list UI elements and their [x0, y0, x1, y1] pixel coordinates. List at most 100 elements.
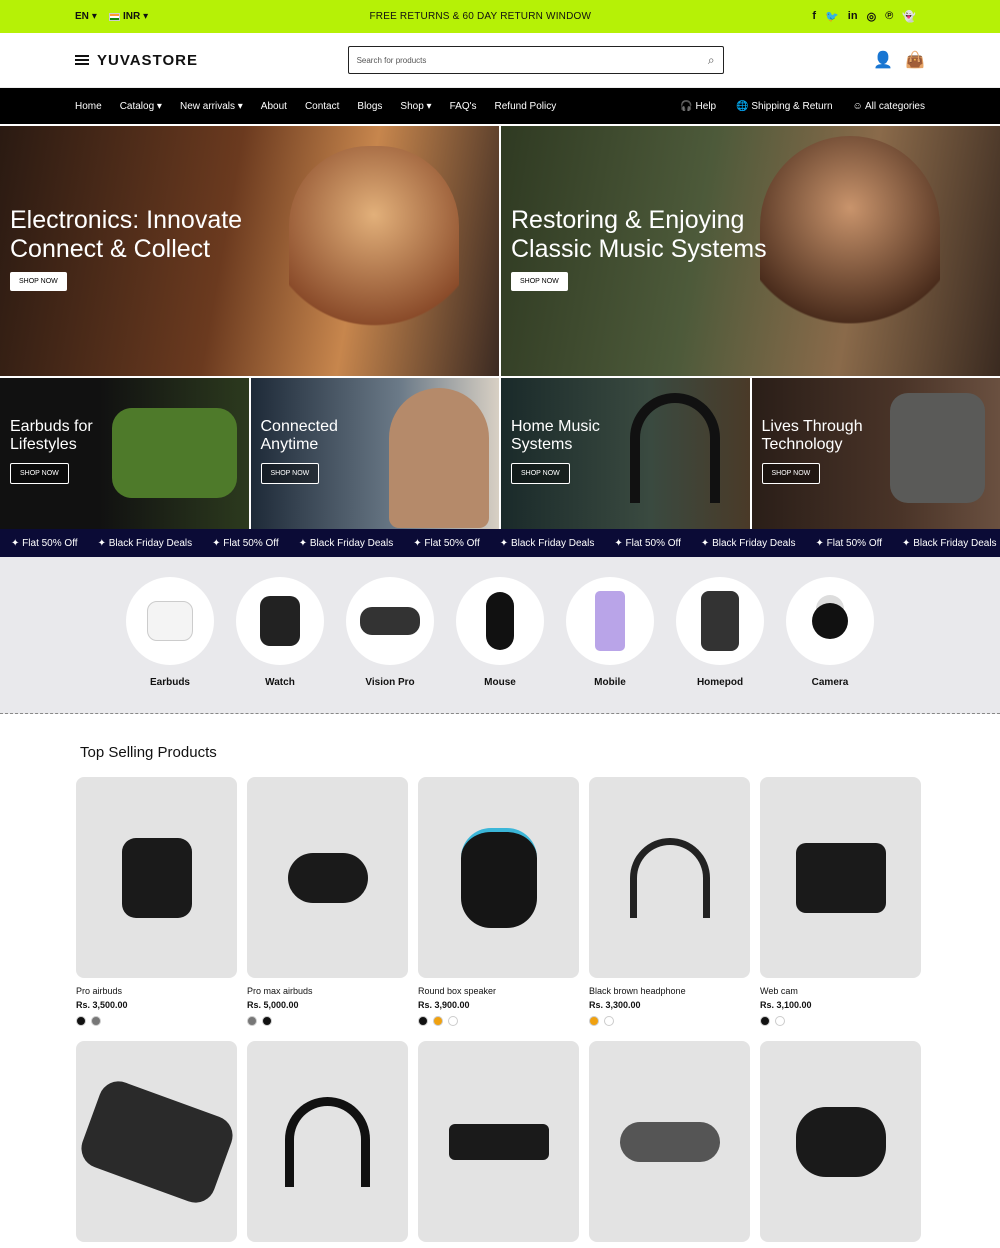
- watch-icon: [260, 596, 300, 646]
- product-card[interactable]: Black brown headphone Rs. 3,300.00: [589, 777, 750, 1026]
- search-icon[interactable]: ⌕: [708, 53, 715, 68]
- nav-new-arrivals[interactable]: New arrivals ▾: [180, 101, 243, 112]
- nav-about[interactable]: About: [261, 101, 287, 112]
- product-card[interactable]: [760, 1041, 921, 1242]
- color-swatch[interactable]: [76, 1016, 86, 1026]
- product-card[interactable]: [76, 1041, 237, 1242]
- marquee-item: ✦ Flat 50% Off: [614, 537, 681, 549]
- menu-icon[interactable]: [75, 55, 89, 65]
- category-camera[interactable]: Camera: [786, 577, 874, 713]
- facebook-icon[interactable]: f: [812, 10, 816, 23]
- promo-earbuds[interactable]: Earbuds for Lifestyles SHOP NOW: [0, 378, 249, 529]
- pinterest-icon[interactable]: ℗: [885, 10, 893, 23]
- nav-refund-policy[interactable]: Refund Policy: [495, 101, 557, 112]
- promo-marquee: ✦ Flat 50% Off ✦ Black Friday Deals ✦ Fl…: [0, 529, 1000, 557]
- currency-label: INR: [122, 11, 141, 22]
- mouse-icon: [486, 592, 514, 650]
- product-card[interactable]: Pro max airbuds Rs. 5,000.00: [247, 777, 408, 1026]
- promo-title-4b: Technology: [761, 436, 843, 454]
- product-name[interactable]: Round box speaker: [418, 986, 579, 996]
- product-card[interactable]: [589, 1041, 750, 1242]
- help-label: Help: [695, 100, 717, 112]
- nav-faqs[interactable]: FAQ's: [450, 101, 477, 112]
- mouse-pad-image: [76, 1075, 237, 1208]
- webcam-image: [619, 1121, 720, 1162]
- product-name[interactable]: Pro airbuds: [76, 986, 237, 996]
- shop-now-button[interactable]: SHOP NOW: [10, 271, 67, 291]
- shop-now-button[interactable]: SHOP NOW: [10, 462, 69, 484]
- product-name[interactable]: Web cam: [760, 986, 921, 996]
- shop-now-button[interactable]: SHOP NOW: [260, 462, 320, 484]
- search-placeholder: Search for products: [356, 55, 427, 65]
- globe-icon: 🌐: [736, 100, 749, 112]
- flag-icon: [108, 12, 120, 21]
- snapchat-icon[interactable]: 👻: [902, 10, 916, 23]
- nav-shop[interactable]: Shop ▾: [400, 101, 431, 112]
- nav-new-arrivals-label: New arrivals: [179, 100, 235, 112]
- marquee-item: ✦ Flat 50% Off: [815, 537, 883, 549]
- product-price: Rs. 3,300.00: [589, 1000, 641, 1010]
- vr-headset-icon: [360, 607, 420, 635]
- webcam-image: [795, 842, 886, 913]
- marquee-item: ✦ Black Friday Deals: [97, 537, 193, 549]
- product-card[interactable]: Pro airbuds Rs. 3,500.00: [76, 777, 237, 1026]
- color-swatch[interactable]: [448, 1016, 458, 1026]
- hero-title-1a: Electronics: Innovate: [10, 206, 243, 234]
- product-card[interactable]: [247, 1041, 408, 1242]
- color-swatch[interactable]: [418, 1016, 428, 1026]
- color-swatch[interactable]: [760, 1016, 770, 1026]
- product-card[interactable]: Web cam Rs. 3,100.00: [760, 777, 921, 1026]
- instagram-icon[interactable]: ◎: [867, 10, 877, 23]
- main-nav: Home Catalog ▾ New arrivals ▾ About Cont…: [0, 88, 1000, 124]
- promo-home-music[interactable]: Home Music Systems SHOP NOW: [501, 378, 750, 529]
- hero-banner-1[interactable]: Electronics: Innovate Connect & Collect S…: [0, 126, 499, 376]
- shipping-link[interactable]: 🌐 Shipping & Return: [736, 101, 832, 112]
- currency-selector[interactable]: INR ▾: [108, 11, 148, 22]
- nav-blogs[interactable]: Blogs: [357, 101, 382, 112]
- cart-icon[interactable]: 👜: [905, 50, 925, 70]
- promo-technology[interactable]: Lives Through Technology SHOP NOW: [751, 378, 1000, 529]
- shop-now-button[interactable]: SHOP NOW: [761, 462, 821, 484]
- account-icon[interactable]: 👤: [873, 50, 893, 70]
- category-mouse[interactable]: Mouse: [456, 577, 544, 713]
- projector-image: [448, 1123, 549, 1160]
- category-earbuds[interactable]: Earbuds: [126, 577, 214, 713]
- color-swatch[interactable]: [433, 1016, 443, 1026]
- announcement-bar: EN ▾ INR ▾ FREE RETURNS & 60 DAY RETURN …: [0, 0, 1000, 33]
- product-name[interactable]: Pro max airbuds: [247, 986, 408, 996]
- color-swatch[interactable]: [262, 1016, 272, 1026]
- color-swatch[interactable]: [589, 1016, 599, 1026]
- camera-icon: [812, 603, 848, 639]
- category-vision-pro[interactable]: Vision Pro: [346, 577, 434, 713]
- twitter-icon[interactable]: 🐦: [825, 10, 839, 23]
- nav-home[interactable]: Home: [75, 101, 102, 112]
- promo-title-1a: Earbuds for: [10, 418, 93, 435]
- language-selector[interactable]: EN ▾: [75, 11, 97, 22]
- product-card[interactable]: Round box speaker Rs. 3,900.00: [418, 777, 579, 1026]
- speaker-image: [460, 827, 537, 928]
- logo[interactable]: YUVASTORE: [97, 52, 198, 69]
- category-watch[interactable]: Watch: [236, 577, 324, 713]
- product-card[interactable]: [418, 1041, 579, 1242]
- heater-image: [890, 393, 985, 503]
- category-mobile[interactable]: Mobile: [566, 577, 654, 713]
- search-input[interactable]: Search for products ⌕: [347, 46, 724, 74]
- linkedin-icon[interactable]: in: [848, 10, 858, 23]
- all-categories-link[interactable]: ☺ All categories: [853, 101, 925, 112]
- color-swatch[interactable]: [604, 1016, 614, 1026]
- color-swatch[interactable]: [247, 1016, 257, 1026]
- product-name[interactable]: Black brown headphone: [589, 986, 750, 996]
- help-link[interactable]: 🎧 Help: [680, 101, 716, 112]
- homepod-icon: [701, 591, 739, 651]
- headphone-image: [285, 1096, 370, 1187]
- color-swatch[interactable]: [775, 1016, 785, 1026]
- color-swatch[interactable]: [91, 1016, 101, 1026]
- hero-banner-2[interactable]: Restoring & Enjoying Classic Music System…: [501, 126, 1000, 376]
- nav-contact[interactable]: Contact: [305, 101, 339, 112]
- shop-now-button[interactable]: SHOP NOW: [511, 462, 570, 484]
- shop-now-button[interactable]: SHOP NOW: [511, 271, 568, 291]
- nav-catalog[interactable]: Catalog ▾: [120, 101, 162, 112]
- promo-connected[interactable]: Connected Anytime SHOP NOW: [250, 378, 499, 529]
- category-homepod[interactable]: Homepod: [676, 577, 764, 713]
- product-price: Rs. 5,000.00: [247, 1000, 299, 1010]
